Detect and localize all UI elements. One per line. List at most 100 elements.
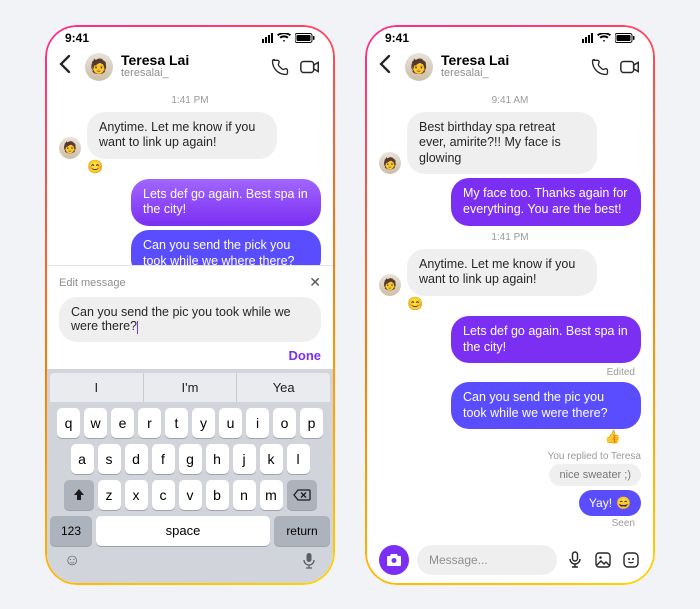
video-icon[interactable] <box>299 56 321 78</box>
battery-icon <box>615 33 635 43</box>
key-r[interactable]: r <box>138 408 161 438</box>
key-p[interactable]: p <box>300 408 323 438</box>
key-l[interactable]: l <box>287 444 310 474</box>
phone-icon[interactable] <box>589 56 611 78</box>
suggestion[interactable]: I <box>50 373 143 402</box>
key-d[interactable]: d <box>125 444 148 474</box>
key-z[interactable]: z <box>98 480 121 510</box>
chat-header: 🧑 Teresa Lai teresalai_ <box>367 49 653 89</box>
sticker-icon[interactable] <box>621 550 641 570</box>
message-outgoing[interactable]: Can you send the pick you took while we … <box>131 230 321 265</box>
key-u[interactable]: u <box>219 408 242 438</box>
keyboard: I I'm Yea qwertyuiop asdfghjkl zxcvbnm 1… <box>47 369 333 583</box>
key-delete[interactable] <box>287 480 317 510</box>
phone-right: 9:41 🧑 Teresa Lai teresalai_ 9:41 AM 🧑 B… <box>365 25 655 585</box>
reaction[interactable]: 😊 <box>59 159 321 175</box>
avatar[interactable]: 🧑 <box>405 53 433 81</box>
key-e[interactable]: e <box>111 408 134 438</box>
key-m[interactable]: m <box>260 480 283 510</box>
key-s[interactable]: s <box>98 444 121 474</box>
edit-message-input[interactable]: Can you send the pic you took while we w… <box>59 297 321 341</box>
video-icon[interactable] <box>619 56 641 78</box>
contact-username: teresalai_ <box>121 68 261 80</box>
key-b[interactable]: b <box>206 480 229 510</box>
camera-button[interactable] <box>379 545 409 575</box>
chat-header: 🧑 Teresa Lai teresalai_ <box>47 49 333 89</box>
close-icon[interactable]: ✕ <box>309 274 321 291</box>
thread: 9:41 AM 🧑 Best birthday spa retreat ever… <box>367 89 653 537</box>
key-o[interactable]: o <box>273 408 296 438</box>
done-button[interactable]: Done <box>59 348 321 363</box>
contact-name[interactable]: Teresa Lai <box>441 53 581 68</box>
timestamp: 9:41 AM <box>379 95 641 106</box>
key-h[interactable]: h <box>206 444 229 474</box>
message-input[interactable]: Message... <box>417 545 557 575</box>
cell-signal-icon <box>262 33 273 43</box>
status-time: 9:41 <box>385 31 409 45</box>
wifi-icon <box>597 33 611 43</box>
message-incoming[interactable]: Anytime. Let me know if you want to link… <box>407 249 597 296</box>
edit-message-label: Edit message <box>59 277 126 289</box>
key-g[interactable]: g <box>179 444 202 474</box>
message-outgoing[interactable]: Yay!😄 <box>579 490 641 516</box>
message-outgoing[interactable]: Lets def go again. Best spa in the city! <box>451 316 641 363</box>
message-incoming[interactable]: Anytime. Let me know if you want to link… <box>87 112 277 159</box>
status-icons <box>262 33 315 43</box>
key-i[interactable]: i <box>246 408 269 438</box>
key-x[interactable]: x <box>125 480 148 510</box>
key-a[interactable]: a <box>71 444 94 474</box>
reaction[interactable]: 😊 <box>379 296 641 312</box>
contact-name[interactable]: Teresa Lai <box>121 53 261 68</box>
avatar[interactable]: 🧑 <box>85 53 113 81</box>
phone-icon[interactable] <box>269 56 291 78</box>
status-bar: 9:41 <box>47 27 333 49</box>
key-shift[interactable] <box>64 480 94 510</box>
key-v[interactable]: v <box>179 480 202 510</box>
key-j[interactable]: j <box>233 444 256 474</box>
avatar[interactable]: 🧑 <box>379 152 401 174</box>
key-return[interactable]: return <box>274 516 330 546</box>
screen: 9:41 🧑 Teresa Lai teresalai_ 1:41 PM 🧑 A… <box>47 27 333 583</box>
gallery-icon[interactable] <box>593 550 613 570</box>
reaction[interactable]: 👍 <box>379 429 641 445</box>
key-c[interactable]: c <box>152 480 175 510</box>
suggestion[interactable]: I'm <box>143 373 237 402</box>
key-n[interactable]: n <box>233 480 256 510</box>
message-outgoing[interactable]: Lets def go again. Best spa in the city! <box>131 179 321 226</box>
message-incoming[interactable]: Best birthday spa retreat ever, amirite?… <box>407 112 597 175</box>
wifi-icon <box>277 33 291 43</box>
contact-username: teresalai_ <box>441 68 581 80</box>
thread: 1:41 PM 🧑 Anytime. Let me know if you wa… <box>47 89 333 266</box>
key-t[interactable]: t <box>165 408 188 438</box>
key-w[interactable]: w <box>84 408 107 438</box>
status-icons <box>582 33 635 43</box>
avatar[interactable]: 🧑 <box>59 137 81 159</box>
timestamp: 1:41 PM <box>59 95 321 106</box>
microphone-icon[interactable] <box>565 550 585 570</box>
keyboard-suggestions: I I'm Yea <box>50 373 330 402</box>
key-f[interactable]: f <box>152 444 175 474</box>
key-y[interactable]: y <box>192 408 215 438</box>
seen-label: Seen <box>379 518 635 529</box>
key-123[interactable]: 123 <box>50 516 92 546</box>
grin-emoji: 😄 <box>616 496 631 510</box>
suggestion[interactable]: Yea <box>236 373 330 402</box>
reply-context: You replied to Teresa <box>379 451 641 462</box>
key-space[interactable]: space <box>96 516 270 546</box>
message-outgoing[interactable]: My face too. Thanks again for everything… <box>451 178 641 225</box>
key-q[interactable]: q <box>57 408 80 438</box>
message-outgoing[interactable]: Can you send the pic you took while we w… <box>451 382 641 429</box>
key-k[interactable]: k <box>260 444 283 474</box>
dictation-icon[interactable] <box>302 552 316 575</box>
back-icon[interactable] <box>379 55 397 78</box>
avatar[interactable]: 🧑 <box>379 274 401 296</box>
battery-icon <box>295 33 315 43</box>
composer: Message... <box>367 537 653 583</box>
emoji-icon[interactable]: ☺ <box>64 552 80 575</box>
phone-left: 9:41 🧑 Teresa Lai teresalai_ 1:41 PM 🧑 A… <box>45 25 335 585</box>
edit-message-sheet: Edit message ✕ Can you send the pic you … <box>47 265 333 368</box>
status-time: 9:41 <box>65 31 89 45</box>
edited-label: Edited <box>379 367 635 378</box>
back-icon[interactable] <box>59 55 77 78</box>
quoted-message[interactable]: nice sweater ;) <box>549 464 641 486</box>
